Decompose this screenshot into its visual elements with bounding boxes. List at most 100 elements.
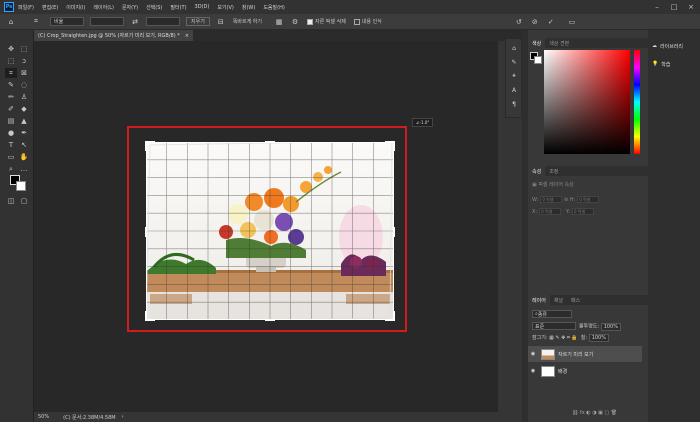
eye-icon[interactable]: ◉ [528, 368, 538, 374]
lock-icons[interactable]: ▦ ✎ ✥ ⌗ 🔒 [549, 335, 578, 341]
crop-handle-top[interactable] [265, 141, 275, 143]
tab-adjustments[interactable]: 조정 [545, 166, 562, 176]
crop-handle-right[interactable] [393, 227, 395, 237]
brush-tool-icon[interactable]: ✏ [5, 92, 17, 102]
type-tool-icon[interactable]: T [5, 140, 17, 150]
swap-icon[interactable]: ⇄ [130, 17, 140, 27]
dodge-tool-icon[interactable]: ● [5, 128, 17, 138]
maximize-icon[interactable]: □ [665, 0, 683, 14]
menu-help[interactable]: 도움말(H) [263, 4, 284, 11]
minimize-icon[interactable]: – [648, 0, 666, 14]
layer-row-background[interactable]: ◉ 배경 [528, 363, 642, 379]
h-field[interactable]: 0 픽셀 [577, 196, 600, 203]
color-picker-field[interactable] [544, 50, 630, 154]
crop-handle-bottom-right-v[interactable] [393, 311, 395, 321]
menu-file[interactable]: 파일(F) [18, 4, 34, 11]
frame-tool-icon[interactable]: ⊠ [18, 68, 30, 78]
x-field[interactable]: 0 픽셀 [539, 208, 562, 215]
workspace-icon[interactable]: ▭ [567, 17, 577, 27]
menu-type[interactable]: 문자(Y) [122, 4, 138, 11]
history-brush-icon[interactable]: ✐ [5, 104, 17, 114]
straighten-icon[interactable]: ⊟ [216, 17, 226, 27]
marquee-tool-icon[interactable]: ⬚ [5, 56, 17, 66]
screen-mode-icon[interactable]: ▢ [18, 196, 30, 206]
eyedropper-tool-icon[interactable]: ✎ [5, 80, 17, 90]
crop-handle-top-left-v[interactable] [145, 141, 147, 151]
crop-tool-preset-icon[interactable]: ⌗ [31, 17, 41, 27]
height-input[interactable] [146, 17, 180, 26]
tab-swatches[interactable]: 색상 견본 [545, 38, 573, 48]
tab-layers[interactable]: 레이어 [528, 295, 550, 305]
tab-paths[interactable]: 패스 [567, 295, 584, 305]
lasso-tool-icon[interactable]: ↄ [18, 56, 30, 66]
w-field[interactable]: 0 픽셀 [540, 196, 563, 203]
crop-tool-icon[interactable]: ⌗ [5, 68, 17, 78]
crop-handle-left[interactable] [145, 227, 147, 237]
content-aware-checkbox[interactable]: 내용 인식 [353, 18, 382, 25]
eye-icon[interactable]: ◉ [528, 351, 538, 357]
background-color-swatch[interactable] [16, 181, 26, 191]
blur-tool-icon[interactable]: ▲ [18, 116, 30, 126]
link-icon[interactable]: ⊚ [564, 197, 568, 203]
menu-edit[interactable]: 편집(E) [42, 4, 58, 11]
blend-mode-select[interactable]: 표준 [532, 322, 576, 330]
paragraph-icon[interactable]: ¶ [509, 99, 519, 109]
adjustments-icon[interactable]: ⚹ [509, 71, 519, 81]
menu-select[interactable]: 선택(S) [146, 4, 162, 11]
crop-handle-top-right-v[interactable] [393, 141, 395, 151]
straighten-button[interactable]: 똑바르게 하기 [233, 18, 262, 25]
tab-channels[interactable]: 채널 [550, 295, 567, 305]
tab-properties[interactable]: 속성 [528, 166, 546, 176]
move-tool-icon[interactable]: ✥ [5, 44, 17, 54]
path-select-icon[interactable]: ↖ [18, 140, 30, 150]
menu-image[interactable]: 이미지(I) [66, 4, 85, 11]
close-icon[interactable]: × [682, 0, 700, 14]
layer-row-crop-preview[interactable]: ◉ 자르기 미리 보기 [528, 346, 642, 362]
history-icon[interactable]: ⌂ [509, 43, 519, 53]
undo-icon[interactable]: ↺ [514, 17, 524, 27]
quick-mask-icon[interactable]: ◫ [5, 196, 17, 206]
zoom-level[interactable]: 50% [38, 414, 49, 420]
menu-filter[interactable]: 필터(T) [170, 4, 186, 11]
menu-window[interactable]: 창(W) [242, 4, 255, 11]
gear-icon[interactable]: ⚙ [290, 17, 300, 27]
menu-layer[interactable]: 레이어(L) [93, 4, 114, 11]
overlay-grid-icon[interactable]: ▦ [274, 17, 284, 27]
hue-slider[interactable] [634, 50, 640, 154]
document-tab[interactable]: (C) Crop_Straighten.jpg @ 50% (자르기 미리 보기… [34, 30, 193, 41]
clear-button[interactable]: 지우기 [186, 17, 210, 26]
brush-settings-icon[interactable]: ✎ [509, 57, 519, 67]
character-icon[interactable]: A [509, 85, 519, 95]
home-icon[interactable]: ⌂ [6, 17, 16, 27]
crop-box[interactable] [145, 141, 395, 321]
y-field[interactable]: 0 픽셀 [571, 208, 594, 215]
status-arrow-icon[interactable]: › [122, 414, 124, 420]
close-tab-icon[interactable]: × [185, 33, 189, 39]
artboard-tool-icon[interactable]: ⬚ [18, 44, 30, 54]
zoom-tool-icon[interactable]: ⌕ [5, 164, 17, 174]
opacity-field[interactable]: 100% [600, 322, 621, 331]
fill-field[interactable]: 100% [588, 334, 609, 342]
width-input[interactable] [90, 17, 124, 26]
pen-tool-icon[interactable]: ✒ [18, 128, 30, 138]
crop-handle-bottom[interactable] [265, 319, 275, 321]
crop-handle-bottom-left-v[interactable] [145, 311, 147, 321]
cancel-icon[interactable]: ⊘ [530, 17, 540, 27]
ratio-select[interactable]: 비율 [50, 17, 84, 26]
shape-tool-icon[interactable]: ▭ [5, 152, 17, 162]
more-tools-icon[interactable]: … [18, 164, 30, 174]
learn-item[interactable]: 💡 학습 [652, 58, 670, 70]
layer-kind-filter[interactable]: ⌕ 종류 [532, 310, 572, 318]
menu-view[interactable]: 보기(V) [217, 4, 234, 11]
libraries-item[interactable]: ☁ 라이브러리 [652, 40, 683, 52]
layers-footer-icons[interactable]: ⛓ fx ◐ ◑ ▣ ▢ 🗑 [572, 410, 617, 416]
hand-tool-icon[interactable]: ✋ [18, 152, 30, 162]
stamp-tool-icon[interactable]: ♙ [18, 92, 30, 102]
eraser-tool-icon[interactable]: ◆ [18, 104, 30, 114]
healing-tool-icon[interactable]: ◌ [18, 80, 30, 90]
tab-color[interactable]: 색상 [528, 38, 546, 48]
gradient-tool-icon[interactable]: ▤ [5, 116, 17, 126]
menu-3d[interactable]: 3D(D) [195, 4, 210, 10]
commit-icon[interactable]: ✓ [546, 17, 556, 27]
color-panel-background-swatch[interactable] [534, 56, 542, 64]
